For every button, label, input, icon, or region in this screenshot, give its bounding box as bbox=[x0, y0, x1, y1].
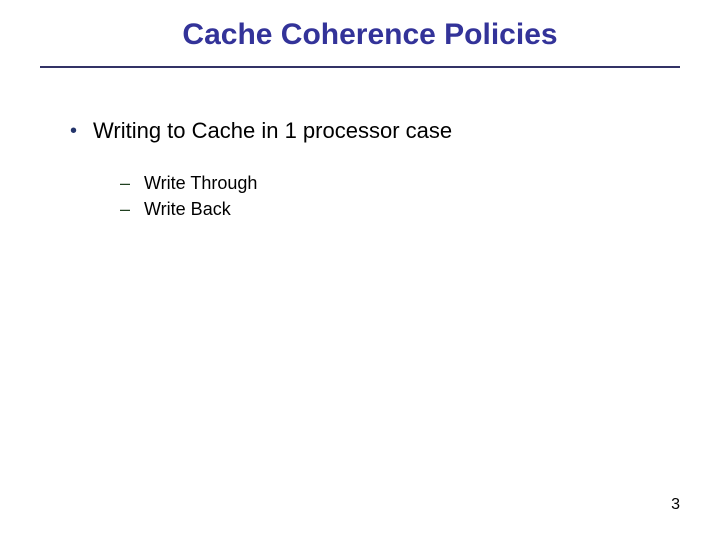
sub-text: Write Back bbox=[144, 198, 231, 220]
page-number: 3 bbox=[671, 496, 680, 514]
slide-content: • Writing to Cache in 1 processor case –… bbox=[70, 118, 670, 220]
dash-icon: – bbox=[120, 198, 130, 220]
bullet-item: • Writing to Cache in 1 processor case bbox=[70, 118, 670, 144]
slide-container: Cache Coherence Policies • Writing to Ca… bbox=[0, 0, 720, 540]
title-underline bbox=[40, 66, 680, 68]
sub-item: – Write Back bbox=[120, 198, 670, 220]
sub-text: Write Through bbox=[144, 172, 257, 194]
sub-list: – Write Through – Write Back bbox=[120, 172, 670, 220]
slide-title: Cache Coherence Policies bbox=[90, 18, 650, 66]
bullet-dot-icon: • bbox=[70, 118, 77, 144]
sub-item: – Write Through bbox=[120, 172, 670, 194]
dash-icon: – bbox=[120, 172, 130, 194]
bullet-text: Writing to Cache in 1 processor case bbox=[93, 118, 452, 144]
